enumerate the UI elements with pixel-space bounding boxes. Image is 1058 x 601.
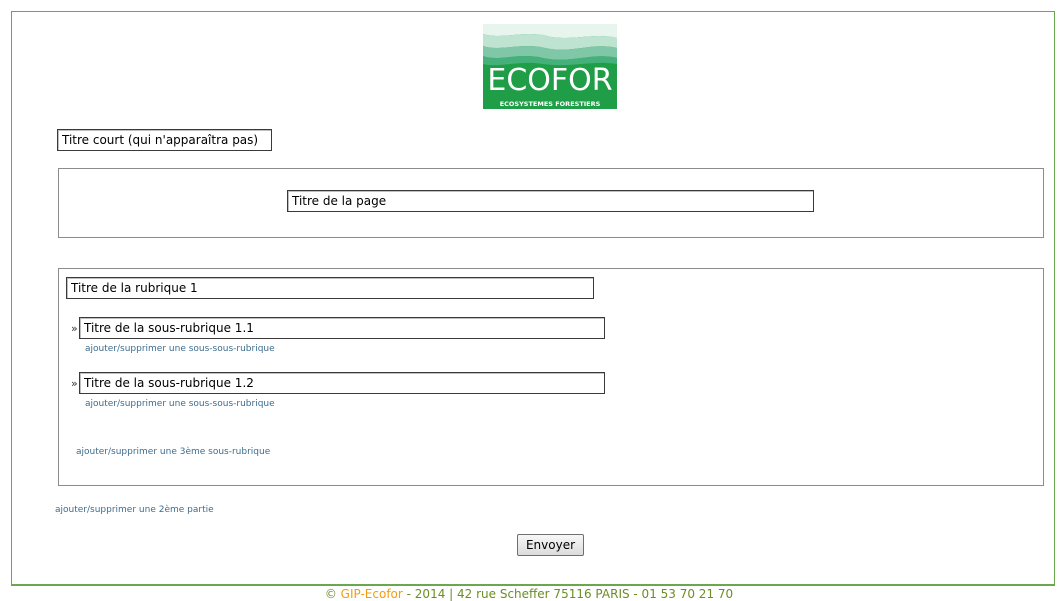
subsection-1-input[interactable] xyxy=(79,317,605,339)
logo-title: ECOFOR xyxy=(487,63,613,98)
section1-title-input[interactable] xyxy=(66,277,594,299)
ecofor-logo: ECOFOR ECOSYSTEMES FORESTIERS xyxy=(483,24,617,109)
add-remove-subsubsection-2-link[interactable]: ajouter/supprimer une sous-sous-rubrique xyxy=(85,399,275,409)
add-remove-subsubsection-1-link[interactable]: ajouter/supprimer une sous-sous-rubrique xyxy=(85,344,275,354)
logo-subtitle: ECOSYSTEMES FORESTIERS xyxy=(499,100,601,108)
add-remove-third-subsection-link[interactable]: ajouter/supprimer une 3ème sous-rubrique xyxy=(76,447,270,457)
page-title-input[interactable] xyxy=(287,190,814,212)
subsection-1-bullet: » xyxy=(71,322,78,335)
short-title-input[interactable] xyxy=(57,129,272,151)
subsection-2-input[interactable] xyxy=(79,372,605,394)
add-remove-second-part-link[interactable]: ajouter/supprimer une 2ème partie xyxy=(55,505,214,515)
subsection-2-bullet: » xyxy=(71,377,78,390)
submit-button[interactable]: Envoyer xyxy=(517,534,584,556)
